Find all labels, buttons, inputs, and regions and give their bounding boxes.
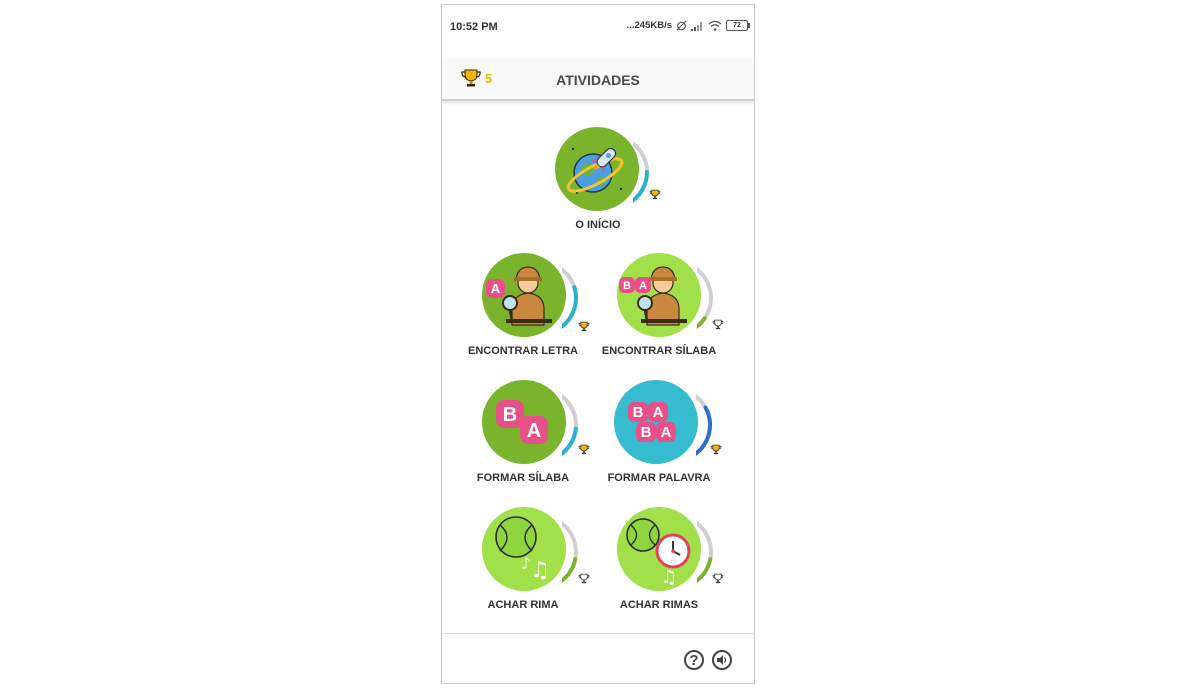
tile-letter-b: B bbox=[641, 424, 652, 441]
status-bar: 10:52 PM ...245KB/s 72 bbox=[442, 5, 754, 49]
ball-music-icon: ♫ ♪ bbox=[495, 516, 550, 583]
speaker-icon bbox=[717, 655, 727, 665]
activity-label: ENCONTRAR LETRA bbox=[468, 345, 578, 357]
sound-button[interactable] bbox=[712, 650, 732, 670]
tile-letter-a: A bbox=[639, 280, 647, 292]
progress-fill bbox=[696, 405, 712, 456]
trophy-icon bbox=[712, 573, 724, 584]
tile-letter-a: A bbox=[527, 420, 541, 442]
progress-arc bbox=[562, 267, 578, 329]
status-time: 10:52 PM bbox=[450, 21, 498, 33]
app-bar: 5 ATIVIDADES bbox=[442, 57, 754, 101]
tile-letter-b: B bbox=[633, 404, 644, 421]
activity-icon-circle: B A bbox=[482, 380, 566, 464]
progress-fill bbox=[562, 426, 578, 456]
activity-icon-circle: ♫ ♪ bbox=[482, 507, 566, 591]
tile-letter-b: B bbox=[623, 280, 631, 292]
syllable-blocks-icon: B A bbox=[496, 400, 548, 444]
trophy-icon bbox=[710, 444, 722, 455]
svg-text:♪: ♪ bbox=[521, 554, 531, 573]
trophy-icon bbox=[578, 321, 590, 332]
svg-text:♫: ♫ bbox=[661, 567, 677, 588]
activity-label: FORMAR SÍLABA bbox=[476, 472, 570, 484]
word-blocks-icon: B A B A bbox=[628, 402, 676, 442]
progress-fill bbox=[697, 316, 707, 329]
activity-icon-circle: B A bbox=[617, 253, 701, 337]
bottom-bar: ? bbox=[442, 633, 754, 683]
tile-letter-a: A bbox=[491, 281, 501, 296]
globe-rocket-icon bbox=[566, 147, 624, 194]
help-icon: ? bbox=[689, 651, 699, 669]
tile-letter-a: A bbox=[653, 404, 664, 421]
page-title: ATIVIDADES bbox=[556, 72, 640, 88]
trophy-icon bbox=[578, 444, 590, 455]
battery-icon: 72 bbox=[726, 20, 750, 31]
detective-icon: B A bbox=[619, 266, 687, 326]
activity-icon-circle: B A B A bbox=[614, 380, 698, 464]
progress-fill bbox=[633, 170, 649, 203]
signal-icon bbox=[691, 21, 702, 31]
help-button[interactable]: ? bbox=[684, 650, 704, 670]
svg-text:♫: ♫ bbox=[530, 558, 550, 583]
trophy-icon bbox=[649, 189, 661, 200]
network-speed: ...245KB/s bbox=[626, 20, 672, 31]
activity-label: ACHAR RIMA bbox=[487, 599, 559, 611]
status-icons: ...245KB/s 72 bbox=[626, 20, 750, 31]
progress-fill bbox=[562, 557, 578, 583]
activity-label: ENCONTRAR SÍLABA bbox=[601, 345, 717, 357]
tile-letter-b: B bbox=[503, 404, 517, 426]
detective-icon: A bbox=[486, 266, 552, 326]
ball-clock-icon: ♫ bbox=[626, 518, 691, 588]
tile-letter-a: A bbox=[661, 424, 672, 441]
activity-label: FORMAR PALAVRA bbox=[607, 472, 711, 484]
activity-label: ACHAR RIMAS bbox=[619, 599, 699, 611]
phone-screen: 10:52 PM ...245KB/s 72 5 ATIVIDADES O IN… bbox=[441, 4, 755, 684]
activity-icon-circle: A bbox=[482, 253, 566, 337]
activity-label: O INÍCIO bbox=[575, 219, 621, 231]
trophy-icon bbox=[578, 573, 590, 584]
activity-icon-circle bbox=[555, 127, 639, 211]
wifi-icon bbox=[708, 20, 722, 31]
progress-fill bbox=[562, 285, 578, 329]
progress-fill bbox=[697, 557, 713, 583]
trophy-icon bbox=[712, 319, 724, 330]
activity-icon-circle: ♫ bbox=[617, 507, 701, 591]
alarm-icon bbox=[676, 20, 687, 31]
